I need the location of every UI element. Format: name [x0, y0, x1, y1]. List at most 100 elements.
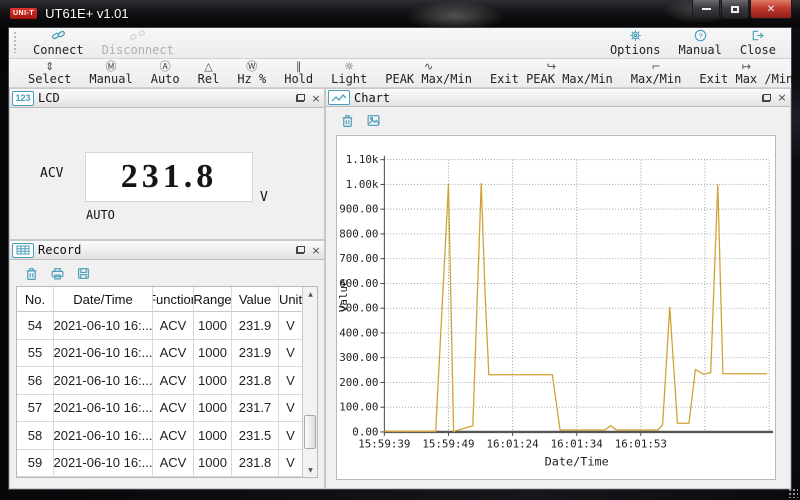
select-button[interactable]: ⇕ Select: [28, 61, 71, 85]
table-cell: ACV: [153, 395, 194, 423]
table-cell: V: [279, 340, 302, 368]
chain-broken-icon: [130, 29, 145, 44]
chart-panel-titlebar[interactable]: Chart ×: [326, 89, 790, 107]
chart-toolbar: [326, 107, 790, 132]
table-cell: V: [279, 395, 302, 423]
table-cell: 1000: [194, 422, 232, 450]
chart-plot-area[interactable]: 1.10k1.00k900.00800.00700.00600.00500.00…: [336, 135, 776, 480]
svg-text:Date/Time: Date/Time: [545, 454, 609, 468]
hold-button[interactable]: ∥ Hold: [284, 61, 313, 85]
hz-percent-button[interactable]: Ⓦ Hz %: [237, 61, 266, 85]
column-header[interactable]: Date/Time: [54, 287, 153, 312]
connect-button[interactable]: Connect: [33, 29, 84, 56]
svg-text:100.00: 100.00: [339, 400, 378, 413]
scrollbar-thumb[interactable]: [304, 415, 316, 449]
lcd-panel: 123 LCD × ACV 231.8 V AUTO: [9, 88, 325, 240]
record-table: No.Date/TimeFunctionRangeValueUnit 54202…: [16, 286, 318, 478]
trash-icon: [24, 266, 39, 281]
chart-export-image-button[interactable]: [360, 110, 386, 130]
table-cell: 1000: [194, 312, 232, 340]
table-cell: 2021-06-10 16:...: [54, 395, 153, 423]
value-time-chart: 1.10k1.00k900.00800.00700.00600.00500.00…: [337, 136, 775, 479]
peak-maxmin-button[interactable]: ∿ PEAK Max/Min: [385, 61, 472, 85]
record-table-header: No.Date/TimeFunctionRangeValueUnit: [17, 287, 302, 312]
toolbar-grip[interactable]: [13, 31, 18, 53]
table-cell: 231.9: [232, 340, 279, 368]
svg-text:300.00: 300.00: [339, 351, 378, 364]
exit-peak-maxmin-button[interactable]: ↪ Exit PEAK Max/Min: [490, 61, 613, 85]
lcd-close-button[interactable]: ×: [308, 91, 324, 105]
table-cell: 2021-06-10 16:...: [54, 312, 153, 340]
chart-delete-button[interactable]: [334, 110, 360, 130]
maxmin-button[interactable]: ⌐ Max/Min: [631, 61, 682, 85]
chart-close-button[interactable]: ×: [774, 91, 790, 105]
light-button[interactable]: ☼ Light: [331, 61, 367, 85]
table-cell: 2021-06-10 16:...: [54, 340, 153, 368]
lcd-123-icon: 123: [12, 91, 34, 106]
record-table-body: 542021-06-10 16:...ACV1000231.9V552021-0…: [17, 312, 302, 477]
svg-text:700.00: 700.00: [339, 252, 378, 265]
record-scrollbar[interactable]: ▲ ▼: [302, 287, 317, 477]
float-icon: [296, 246, 305, 254]
chart-panel-title: Chart: [354, 91, 390, 105]
lcd-unit-label: V: [260, 190, 268, 205]
record-print-button[interactable]: [44, 263, 70, 283]
meter-toolbar: ⇕ Select Ⓜ Manual Ⓐ Auto △ Rel Ⓦ Hz % ∥ …: [9, 59, 791, 88]
rel-button[interactable]: △ Rel: [198, 61, 220, 85]
close-app-button[interactable]: Close: [740, 29, 776, 56]
table-cell: 55: [17, 340, 54, 368]
minimize-button[interactable]: [692, 0, 720, 19]
options-button[interactable]: Options: [610, 29, 661, 56]
record-close-button[interactable]: ×: [308, 243, 324, 257]
table-row[interactable]: 562021-06-10 16:...ACV1000231.8V: [17, 367, 302, 395]
table-cell: ACV: [153, 340, 194, 368]
column-header[interactable]: Function: [153, 287, 194, 312]
chart-float-button[interactable]: [758, 91, 774, 105]
table-cell: ACV: [153, 312, 194, 340]
manual-help-button[interactable]: ? Manual: [679, 29, 722, 56]
window-titlebar[interactable]: UNI-T UT61E+ v1.01 ✕: [0, 0, 800, 27]
scroll-down-arrow[interactable]: ▼: [303, 463, 318, 477]
print-icon: [50, 266, 65, 281]
auto-range-button[interactable]: Ⓐ Auto: [151, 61, 180, 85]
record-panel-titlebar[interactable]: Record ×: [10, 241, 324, 260]
table-cell: 2021-06-10 16:...: [54, 367, 153, 395]
table-cell: 59: [17, 450, 54, 478]
table-row[interactable]: 552021-06-10 16:...ACV1000231.9V: [17, 340, 302, 368]
record-grid-icon: [12, 243, 34, 258]
window-resize-grip[interactable]: [788, 488, 798, 498]
save-icon: [76, 266, 91, 281]
record-float-button[interactable]: [292, 243, 308, 257]
table-row[interactable]: 592021-06-10 16:...ACV1000231.8V: [17, 450, 302, 478]
table-cell: V: [279, 367, 302, 395]
column-header[interactable]: Unit: [279, 287, 302, 312]
svg-text:900.00: 900.00: [339, 202, 378, 215]
lcd-float-button[interactable]: [292, 91, 308, 105]
float-icon: [296, 94, 305, 102]
record-delete-button[interactable]: [18, 263, 44, 283]
lcd-panel-titlebar[interactable]: 123 LCD ×: [10, 89, 324, 108]
chain-link-icon: [51, 29, 66, 44]
table-cell: 231.9: [232, 312, 279, 340]
table-cell: 2021-06-10 16:...: [54, 422, 153, 450]
table-row[interactable]: 582021-06-10 16:...ACV1000231.5V: [17, 422, 302, 450]
svg-text:16:01:53: 16:01:53: [615, 437, 667, 450]
table-cell: ACV: [153, 450, 194, 478]
manual-range-button[interactable]: Ⓜ Manual: [89, 61, 132, 85]
lcd-mode-label: AUTO: [86, 208, 115, 222]
record-save-button[interactable]: [70, 263, 96, 283]
column-header[interactable]: Value: [232, 287, 279, 312]
scroll-up-arrow[interactable]: ▲: [303, 287, 318, 301]
column-header[interactable]: Range: [194, 287, 232, 312]
maximize-button[interactable]: [721, 0, 749, 19]
column-header[interactable]: No.: [17, 287, 54, 312]
table-cell: V: [279, 422, 302, 450]
disconnect-button: Disconnect: [102, 29, 174, 56]
table-cell: 57: [17, 395, 54, 423]
close-button[interactable]: ✕: [750, 0, 792, 19]
table-row[interactable]: 542021-06-10 16:...ACV1000231.9V: [17, 312, 302, 340]
exit-maxmin-button[interactable]: ↦ Exit Max /Min: [699, 61, 793, 85]
table-row[interactable]: 572021-06-10 16:...ACV1000231.7V: [17, 395, 302, 423]
lcd-panel-title: LCD: [38, 91, 60, 105]
exit-door-icon: [750, 29, 765, 44]
